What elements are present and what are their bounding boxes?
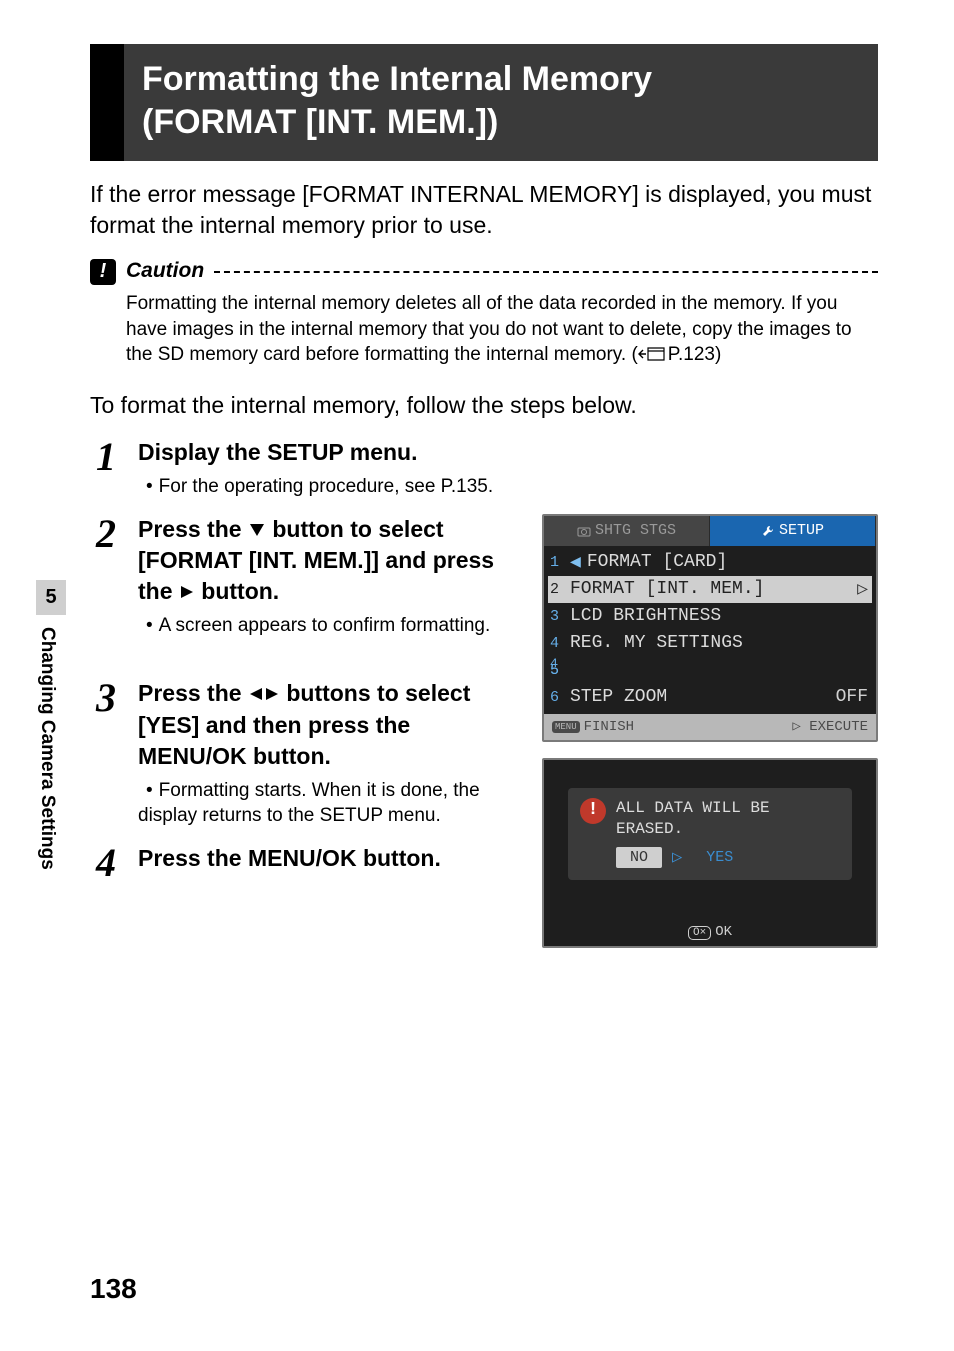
chapter-label: Changing Camera Settings	[36, 615, 58, 935]
side-chapter-tab: 5 Changing Camera Settings	[36, 580, 66, 935]
menu-row-step-zoom: 6 STEP ZOOM OFF	[548, 684, 872, 711]
row-index: 5	[550, 662, 564, 679]
row-index: 6	[550, 689, 564, 706]
tab-setup-label: SETUP	[779, 522, 824, 539]
menu-row-format-int-mem: 2 FORMAT [INT. MEM.] ▷	[548, 576, 872, 603]
bullet-icon: •	[146, 615, 153, 636]
menu-button-icon: MENU	[552, 721, 580, 733]
wrench-icon	[761, 524, 775, 538]
instruction-line: To format the internal memory, follow th…	[90, 392, 878, 419]
caution-text-b: P.123)	[668, 344, 722, 365]
step-1: 1 Display the SETUP menu. • For the opera…	[90, 437, 878, 500]
confirm-msg-2: ERASED.	[616, 820, 683, 838]
step-4-number: 4	[90, 843, 122, 883]
step-1-number: 1	[90, 437, 122, 477]
caution-text-a: Formatting the internal memory deletes a…	[126, 293, 852, 365]
section-title-banner: Formatting the Internal Memory (FORMAT […	[90, 44, 878, 161]
bullet-icon: •	[146, 476, 153, 497]
confirm-footer: O× OK	[544, 924, 876, 940]
footer-execute: EXECUTE	[809, 719, 868, 735]
row-label: FORMAT [CARD]	[587, 552, 868, 572]
confirm-no-button: NO	[616, 847, 662, 868]
step-2-title-a: Press the	[138, 516, 248, 542]
step-3-sub: Formatting starts. When it is done, the …	[138, 780, 480, 827]
page-number: 138	[90, 1273, 137, 1305]
chapter-number: 5	[36, 580, 66, 615]
left-triangle-icon	[248, 686, 264, 702]
step-2-number: 2	[90, 514, 122, 554]
row-label: REG. MY SETTINGS	[570, 633, 868, 653]
row-index: 4	[550, 635, 564, 652]
menu-row-reg-row5: 5 REG. MY SETTINGS	[548, 657, 872, 684]
confirm-dialog: ALL DATA WILL BE ERASED. NO ▷ YES	[568, 788, 852, 881]
step-4-title: Press the MENU/OK button.	[138, 843, 524, 874]
step-1-sub: For the operating procedure, see P.135.	[159, 476, 494, 497]
warning-icon	[580, 798, 606, 824]
tab-shooting-label: SHTG STGS	[595, 522, 676, 539]
right-mark-icon: ▷	[857, 578, 868, 600]
right-triangle-icon	[179, 584, 195, 600]
step-3-number: 3	[90, 678, 122, 718]
caution-label: Caution	[126, 259, 204, 283]
menu-row-lcd-brightness: 3 LCD BRIGHTNESS	[548, 603, 872, 630]
camera-confirm-dialog-screenshot: ALL DATA WILL BE ERASED. NO ▷ YES O× OK	[542, 758, 878, 948]
title-accent-bar	[90, 44, 124, 161]
execute-arrow-icon: ▷	[792, 719, 800, 735]
step-3-title-a: Press the	[138, 680, 248, 706]
step-3: 3 Press the buttons to select [YES] and …	[90, 678, 524, 828]
row-index: 3	[550, 608, 564, 625]
footer-finish: FINISH	[584, 719, 634, 735]
caution-text: Formatting the internal memory deletes a…	[126, 291, 878, 368]
camera-setup-menu-screenshot: SHTG STGS SETUP 1 ◀ FORMAT [CARD] 2	[542, 514, 878, 742]
ok-button-icon: O×	[688, 926, 711, 940]
caution-icon	[90, 259, 116, 285]
menu-footer: MENU FINISH ▷ EXECUTE	[544, 714, 876, 740]
title-line-2: (FORMAT [INT. MEM.])	[142, 103, 498, 141]
tab-setup: SETUP	[710, 516, 876, 546]
camera-icon	[577, 525, 591, 537]
caution-heading: Caution	[90, 259, 878, 285]
step-2: 2 Press the button to select [FORMAT [IN…	[90, 514, 524, 639]
tab-shooting-settings: SHTG STGS	[544, 516, 710, 546]
right-triangle-icon	[264, 686, 280, 702]
menu-row-format-card: 1 ◀ FORMAT [CARD]	[548, 549, 872, 576]
row-value: OFF	[836, 687, 868, 707]
bullet-icon: •	[146, 780, 153, 801]
left-mark-icon: ◀	[570, 551, 581, 573]
row-label: LCD BRIGHTNESS	[570, 606, 868, 626]
confirm-msg-1: ALL DATA WILL BE	[616, 799, 770, 817]
step-1-title: Display the SETUP menu.	[138, 437, 878, 468]
right-arrow-icon: ▷	[672, 847, 682, 868]
row-index: 1	[550, 554, 564, 571]
row-index: 2	[550, 581, 564, 598]
intro-paragraph: If the error message [FORMAT INTERNAL ME…	[90, 179, 878, 241]
confirm-yes-button: YES	[692, 847, 747, 868]
down-triangle-icon	[248, 522, 266, 538]
step-2-title: Press the button to select [FORMAT [INT.…	[138, 514, 524, 607]
title-line-1: Formatting the Internal Memory	[142, 60, 652, 98]
confirm-ok-label: OK	[715, 924, 732, 940]
reference-hand-icon	[638, 345, 668, 363]
step-4: 4 Press the MENU/OK button.	[90, 843, 524, 883]
step-2-sub: A screen appears to confirm formatting.	[159, 615, 491, 636]
menu-row-reg-my-settings: 4 REG. MY SETTINGS	[548, 630, 872, 657]
step-2-title-c: button.	[195, 578, 279, 604]
caution-rule	[214, 259, 878, 273]
row-label: FORMAT [INT. MEM.]	[570, 579, 851, 599]
row-label: STEP ZOOM	[570, 687, 830, 707]
step-3-title: Press the buttons to select [YES] and th…	[138, 678, 524, 771]
